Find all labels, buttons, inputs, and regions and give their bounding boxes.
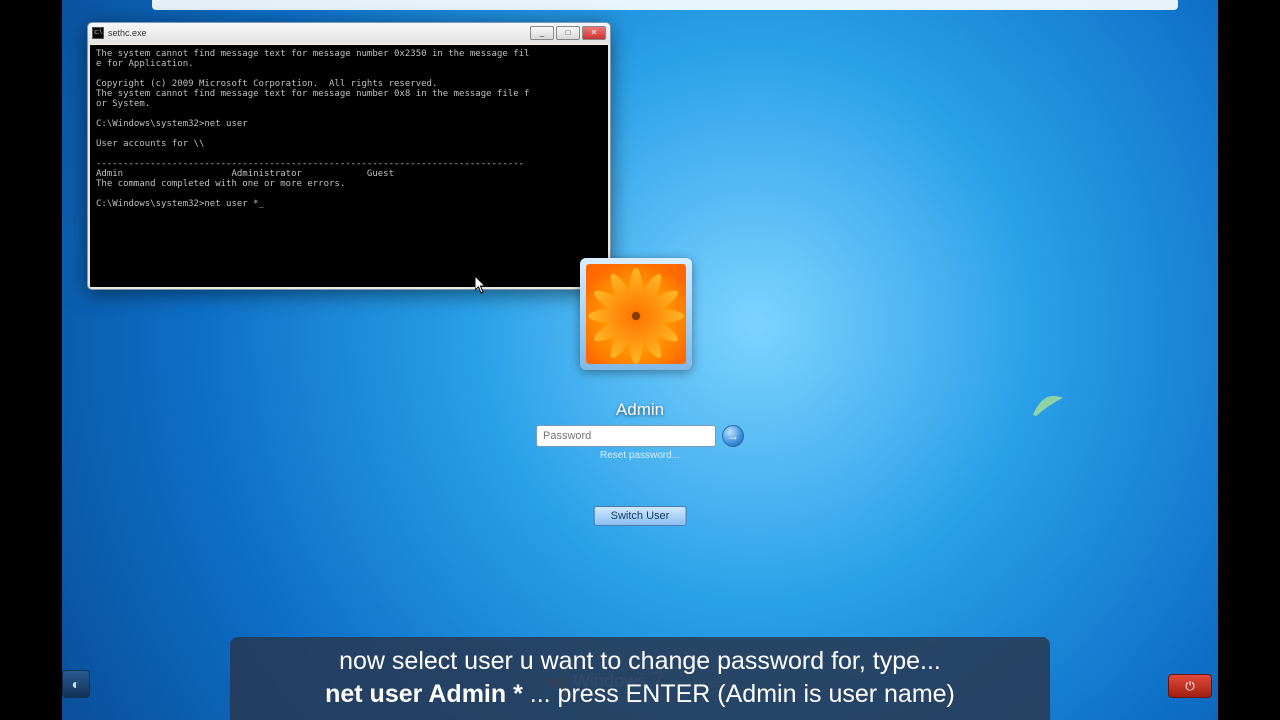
ease-of-access-button[interactable]: ◐: [62, 670, 90, 698]
top-white-bar: [152, 0, 1178, 10]
password-input[interactable]: [536, 425, 716, 447]
cmd-titlebar[interactable]: c:\ sethc.exe _ □ ✕: [88, 23, 610, 43]
username-label: Admin: [62, 400, 1218, 420]
close-button[interactable]: ✕: [582, 26, 606, 40]
caption-bold: net user Admin *: [325, 680, 523, 708]
caption-line1: now select user u want to change passwor…: [339, 647, 941, 675]
reset-password-link[interactable]: Reset password...: [62, 450, 1218, 461]
cmd-output: The system cannot find message text for …: [96, 49, 602, 209]
submit-button[interactable]: →: [722, 425, 744, 447]
cmd-title: sethc.exe: [108, 28, 528, 38]
maximize-button[interactable]: □: [556, 26, 580, 40]
cmd-body[interactable]: The system cannot find message text for …: [90, 45, 608, 287]
login-screen: c:\ sethc.exe _ □ ✕ The system cannot fi…: [62, 0, 1218, 720]
power-icon: ⏻: [1185, 679, 1195, 694]
arrow-right-icon: →: [727, 429, 739, 443]
cmd-window[interactable]: c:\ sethc.exe _ □ ✕ The system cannot fi…: [87, 22, 611, 290]
minimize-button[interactable]: _: [530, 26, 554, 40]
caption-line2: ... press ENTER (Admin is user name): [523, 680, 955, 708]
subtitle-caption: now select user u want to change passwor…: [230, 637, 1050, 720]
power-button[interactable]: ⏻: [1168, 674, 1212, 698]
avatar-flower-icon: [586, 264, 686, 364]
switch-user-button[interactable]: Switch User: [594, 506, 687, 526]
ease-of-access-icon: ◐: [72, 676, 80, 692]
cmd-icon: c:\: [92, 27, 104, 39]
password-row: →: [62, 425, 1218, 447]
user-avatar[interactable]: [580, 258, 692, 370]
